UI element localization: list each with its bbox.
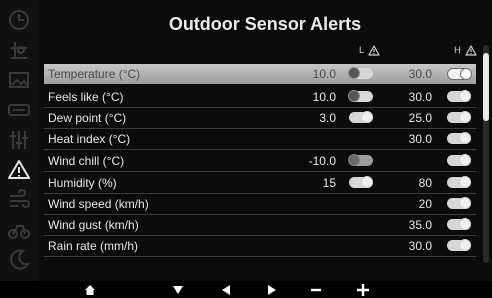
high-alert-toggle[interactable] <box>447 111 471 123</box>
alert-row-temperature[interactable]: Temperature (°C) 10.0 30.0 <box>44 64 476 84</box>
scrollbar[interactable] <box>483 45 489 263</box>
toggle-knob <box>460 68 472 80</box>
high-value[interactable]: 30.0 <box>409 67 432 81</box>
low-alert-toggle[interactable] <box>349 176 373 188</box>
alert-row-wind-speed[interactable]: Wind speed (km/h) 20 <box>44 194 476 215</box>
moon-icon[interactable] <box>7 248 31 272</box>
home-icon <box>85 284 95 295</box>
high-column-header: H <box>454 45 477 56</box>
toggle-knob <box>459 218 471 230</box>
wind-icon[interactable] <box>7 188 31 212</box>
warning-icon[interactable] <box>7 158 31 182</box>
picture-icon[interactable] <box>7 68 31 92</box>
device-screen: Outdoor Sensor Alerts L H Temperature (°… <box>0 0 492 298</box>
forecast-icon[interactable] <box>7 38 31 62</box>
high-alert-toggle[interactable] <box>447 197 471 209</box>
row-label: Humidity (%) <box>48 176 117 190</box>
sidebar <box>0 0 38 281</box>
high-value[interactable]: 20 <box>419 197 432 211</box>
toggle-knob <box>361 176 373 188</box>
page-title: Outdoor Sensor Alerts <box>168 14 362 34</box>
high-alert-toggle[interactable] <box>447 90 471 102</box>
low-alert-toggle[interactable] <box>348 154 373 166</box>
alert-row-dew-point[interactable]: Dew point (°C) 3.0 25.0 <box>44 108 476 129</box>
low-alert-toggle[interactable] <box>348 67 373 79</box>
down-arrow-icon <box>173 285 183 294</box>
low-column-header: L <box>359 45 380 56</box>
minus-button[interactable] <box>305 281 327 298</box>
row-label: Feels like (°C) <box>48 90 124 104</box>
high-value[interactable]: 80 <box>419 176 432 190</box>
row-label: Rain rate (mm/h) <box>48 239 139 253</box>
alert-row-feels-like[interactable]: Feels like (°C) 10.0 30.0 <box>44 87 476 108</box>
plus-button[interactable] <box>352 281 374 298</box>
row-label: Dew point (°C) <box>48 111 127 125</box>
high-alert-toggle[interactable] <box>447 154 471 166</box>
right-arrow-icon <box>268 284 276 295</box>
row-divider <box>44 171 476 172</box>
low-alert-icon <box>368 45 380 56</box>
toggle-knob <box>348 67 360 79</box>
alert-row-heat-index[interactable]: Heat index (°C) 30.0 <box>44 129 476 150</box>
low-alert-toggle[interactable] <box>349 111 373 123</box>
display-panel: Outdoor Sensor Alerts L H Temperature (°… <box>0 0 492 281</box>
left-arrow-icon <box>222 284 230 295</box>
row-label: Temperature (°C) <box>48 67 141 81</box>
high-alert-toggle[interactable] <box>447 176 471 188</box>
toggle-knob <box>459 154 471 166</box>
low-value[interactable]: 3.0 <box>319 111 336 125</box>
row-label: Wind speed (km/h) <box>48 197 149 211</box>
low-value[interactable]: 15 <box>323 176 336 190</box>
low-value[interactable]: -10.0 <box>309 154 336 168</box>
toggle-knob <box>348 154 360 166</box>
alert-row-rain-rate[interactable]: Rain rate (mm/h) 30.0 <box>44 236 476 257</box>
bottom-button-bar <box>0 281 492 298</box>
high-value[interactable]: 30.0 <box>409 90 432 104</box>
row-label: Wind gust (km/h) <box>48 218 139 232</box>
row-label: Wind chill (°C) <box>48 154 125 168</box>
settings-icon[interactable] <box>7 128 31 152</box>
alert-row-wind-chill[interactable]: Wind chill (°C) -10.0 <box>44 151 476 172</box>
toggle-knob <box>459 197 471 209</box>
home-button[interactable] <box>79 281 101 298</box>
row-divider <box>44 149 476 150</box>
low-header-label: L <box>359 45 365 56</box>
toggle-knob <box>459 132 471 144</box>
high-alert-toggle[interactable] <box>447 68 472 80</box>
high-value[interactable]: 35.0 <box>409 218 432 232</box>
low-value[interactable]: 10.0 <box>313 67 336 81</box>
clock-icon[interactable] <box>7 8 31 32</box>
down-button[interactable] <box>167 281 189 298</box>
toggle-knob <box>361 111 373 123</box>
toggle-knob <box>459 111 471 123</box>
toggle-knob <box>348 90 360 102</box>
plus-icon <box>357 283 369 296</box>
toggle-knob <box>459 176 471 188</box>
high-value[interactable]: 30.0 <box>409 239 432 253</box>
right-button[interactable] <box>261 281 283 298</box>
high-alert-toggle[interactable] <box>447 132 471 144</box>
high-header-label: H <box>454 45 461 56</box>
high-alert-toggle[interactable] <box>447 239 471 251</box>
toggle-knob <box>459 239 471 251</box>
bicycle-icon[interactable] <box>7 218 31 242</box>
high-value[interactable]: 30.0 <box>409 132 432 146</box>
low-alert-toggle[interactable] <box>348 90 373 102</box>
alert-row-wind-gust[interactable]: Wind gust (km/h) 35.0 <box>44 215 476 236</box>
high-value[interactable]: 25.0 <box>409 111 432 125</box>
minus-icon <box>311 288 321 291</box>
left-button[interactable] <box>215 281 237 298</box>
scrollbar-thumb[interactable] <box>483 53 489 121</box>
row-divider <box>44 256 476 257</box>
high-alert-icon <box>465 45 477 56</box>
toggle-knob <box>459 90 471 102</box>
gauge-icon[interactable] <box>7 98 31 122</box>
row-label: Heat index (°C) <box>48 132 131 146</box>
high-alert-toggle[interactable] <box>447 218 471 230</box>
low-value[interactable]: 10.0 <box>313 90 336 104</box>
alert-row-humidity[interactable]: Humidity (%) 15 80 <box>44 173 476 194</box>
